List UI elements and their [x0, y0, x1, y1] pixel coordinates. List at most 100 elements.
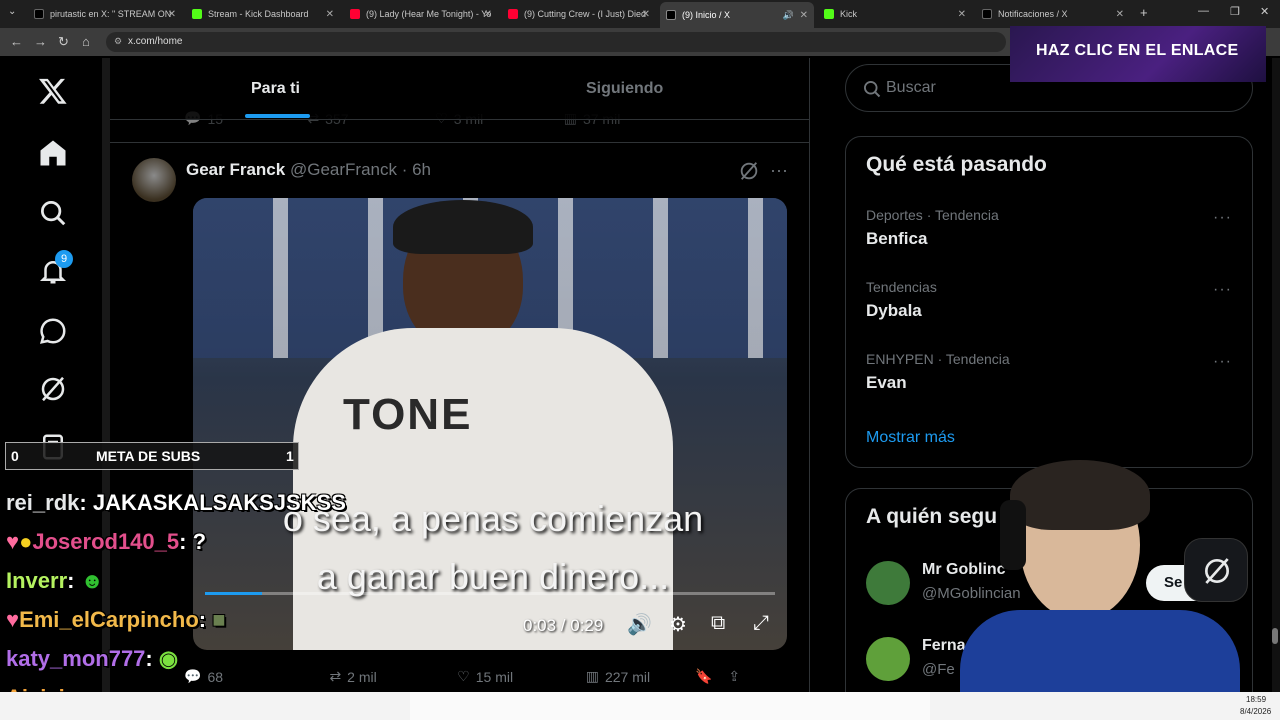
messages-icon[interactable]	[38, 316, 68, 346]
back-icon[interactable]: ←	[10, 34, 23, 49]
page-scrollbar[interactable]	[1272, 58, 1280, 692]
tab-following[interactable]: Siguiendo	[586, 80, 663, 98]
youtube-favicon-icon	[350, 9, 360, 19]
site-info-icon[interactable]: ⚙	[114, 36, 122, 47]
close-tab-icon[interactable]: ✕	[168, 9, 176, 20]
bookmark-icon[interactable]: 🔖	[695, 668, 712, 685]
post-author[interactable]: Gear Franck	[186, 160, 285, 179]
tab-label: (9) Cutting Crew - (I Just) Died	[524, 9, 647, 19]
trend-item[interactable]: Tendencias Dybala ···	[846, 273, 1252, 333]
tab-for-you[interactable]: Para ti	[251, 80, 300, 98]
x-favicon-icon	[982, 9, 992, 19]
search-placeholder: Buscar	[886, 79, 936, 96]
browser-tab-5[interactable]: (9) Inicio / X 🔊 ✕	[660, 2, 814, 28]
trend-more-icon[interactable]: ···	[1213, 209, 1232, 227]
trending-title: Qué está pasando	[866, 153, 1047, 176]
grok-post-icon[interactable]	[738, 160, 760, 182]
emote-icon: ■	[212, 607, 226, 632]
follow-avatar[interactable]	[866, 637, 910, 681]
kick-favicon-icon	[824, 9, 834, 19]
browser-tab-2[interactable]: Stream - Kick Dashboard ✕	[186, 4, 340, 24]
trend-item[interactable]: Deportes · Tendencia Benfica ···	[846, 201, 1252, 261]
tab-label: pirutastic en X: " STREAM ON	[50, 9, 172, 19]
home-nav-icon[interactable]	[38, 138, 68, 168]
webcam-hair	[1010, 460, 1150, 530]
chat-message: katy_mon777: ◉	[6, 646, 178, 672]
timeline: Para ti Siguiendo 💬15 ⇄357 ♡3 mil ▥37 mi…	[110, 58, 810, 698]
fullscreen-icon[interactable]: ⤢	[753, 612, 769, 635]
kick-favicon-icon	[192, 9, 202, 19]
post-divider	[110, 142, 809, 143]
taskbar-clock-time[interactable]: 18:59	[1246, 695, 1266, 704]
grok-floating-button[interactable]	[1184, 538, 1248, 602]
post-handle[interactable]: @GearFranck	[290, 160, 397, 179]
minimize-icon[interactable]: —	[1198, 5, 1209, 17]
browser-tab-3[interactable]: (9) Lady (Hear Me Tonight) - Yo ✕	[344, 4, 498, 24]
post-time[interactable]: · 6h	[402, 160, 431, 179]
chat-colon: :	[145, 646, 159, 671]
youtube-favicon-icon	[508, 9, 518, 19]
video-person-cap	[393, 200, 533, 254]
x-logo-icon[interactable]	[38, 76, 68, 106]
left-navigation: 9	[0, 58, 102, 698]
trend-meta: ENHYPEN · Tendencia	[866, 351, 1010, 367]
reply-icon[interactable]: 💬	[184, 668, 201, 685]
trend-name: Evan	[866, 373, 907, 392]
follow-avatar[interactable]	[866, 561, 910, 605]
forward-icon[interactable]: →	[34, 34, 47, 49]
trend-more-icon[interactable]: ···	[1213, 281, 1232, 299]
volume-icon[interactable]: 🔊	[627, 612, 652, 637]
grok-icon[interactable]	[38, 374, 68, 404]
taskbar-clock-date[interactable]: 8/4/2026	[1240, 707, 1271, 716]
trend-meta: Tendencias	[866, 279, 937, 295]
page-scrollbar-thumb[interactable]	[1272, 628, 1278, 644]
views-icon[interactable]: ▥	[586, 668, 599, 685]
post-more-icon[interactable]: ···	[770, 160, 788, 181]
chat-text: JAKASKALSAKSJSKSS	[92, 490, 346, 515]
video-progress-fill	[205, 592, 262, 595]
trend-more-icon[interactable]: ···	[1213, 353, 1232, 371]
close-tab-icon[interactable]: ✕	[800, 10, 808, 21]
close-tab-icon[interactable]: ✕	[326, 9, 334, 20]
repost-icon[interactable]: ⇄	[329, 668, 341, 685]
pip-icon[interactable]: ⧉	[711, 612, 725, 635]
post-avatar[interactable]	[132, 158, 176, 202]
video-progress-track[interactable]	[205, 592, 775, 595]
close-tab-icon[interactable]: ✕	[958, 9, 966, 20]
like-icon[interactable]: ♡	[457, 668, 470, 685]
repost-count: 2 mil	[347, 668, 377, 685]
chat-text: ?	[192, 529, 207, 554]
new-tab-icon[interactable]: +	[1140, 5, 1148, 20]
browser-tab-1[interactable]: pirutastic en X: " STREAM ON ✕	[28, 4, 182, 24]
left-scrollbar[interactable]	[102, 58, 110, 698]
tab-label: (9) Inicio / X	[682, 10, 731, 20]
subs-goal-target: 1	[286, 448, 294, 464]
chat-colon: :	[198, 607, 213, 632]
close-tab-icon[interactable]: ✕	[1116, 9, 1124, 20]
speaker-icon[interactable]: 🔊	[783, 10, 794, 21]
share-icon[interactable]: ⇪	[728, 668, 740, 685]
url-input[interactable]: ⚙ x.com/home	[106, 32, 1006, 52]
tab-label: (9) Lady (Hear Me Tonight) - Yo	[366, 9, 492, 19]
post-actions: 💬 68 ⇄ 2 mil ♡ 15 mil ▥ 227 mil 🔖 ⇪	[184, 668, 794, 685]
show-more-link[interactable]: Mostrar más	[866, 429, 955, 447]
browser-tab-7[interactable]: Notificaciones / X ✕	[976, 4, 1130, 24]
maximize-icon[interactable]: ❐	[1230, 5, 1240, 18]
trend-item[interactable]: ENHYPEN · Tendencia Evan ···	[846, 345, 1252, 405]
settings-icon[interactable]: ⚙	[669, 612, 687, 637]
explore-search-icon[interactable]	[38, 198, 68, 228]
home-icon[interactable]: ⌂	[82, 34, 90, 49]
reload-icon[interactable]: ↻	[58, 34, 69, 50]
browser-tab-6[interactable]: Kick ✕	[818, 4, 972, 24]
close-tab-icon[interactable]: ✕	[642, 9, 650, 20]
browser-tab-4[interactable]: (9) Cutting Crew - (I Just) Died ✕	[502, 4, 656, 24]
close-window-icon[interactable]: ✕	[1260, 5, 1269, 18]
trend-name: Benfica	[866, 229, 928, 248]
subs-goal-bar: 0 META DE SUBS 1	[5, 442, 299, 470]
close-tab-icon[interactable]: ✕	[484, 9, 492, 20]
video-person-shirt	[293, 328, 673, 650]
url-text: x.com/home	[128, 36, 183, 47]
post-video[interactable]: TONE o sea, a penas comienzan a ganar bu…	[193, 198, 787, 650]
headphones-icon	[1000, 500, 1026, 570]
tab-menu-icon[interactable]: ⌄	[8, 6, 16, 17]
